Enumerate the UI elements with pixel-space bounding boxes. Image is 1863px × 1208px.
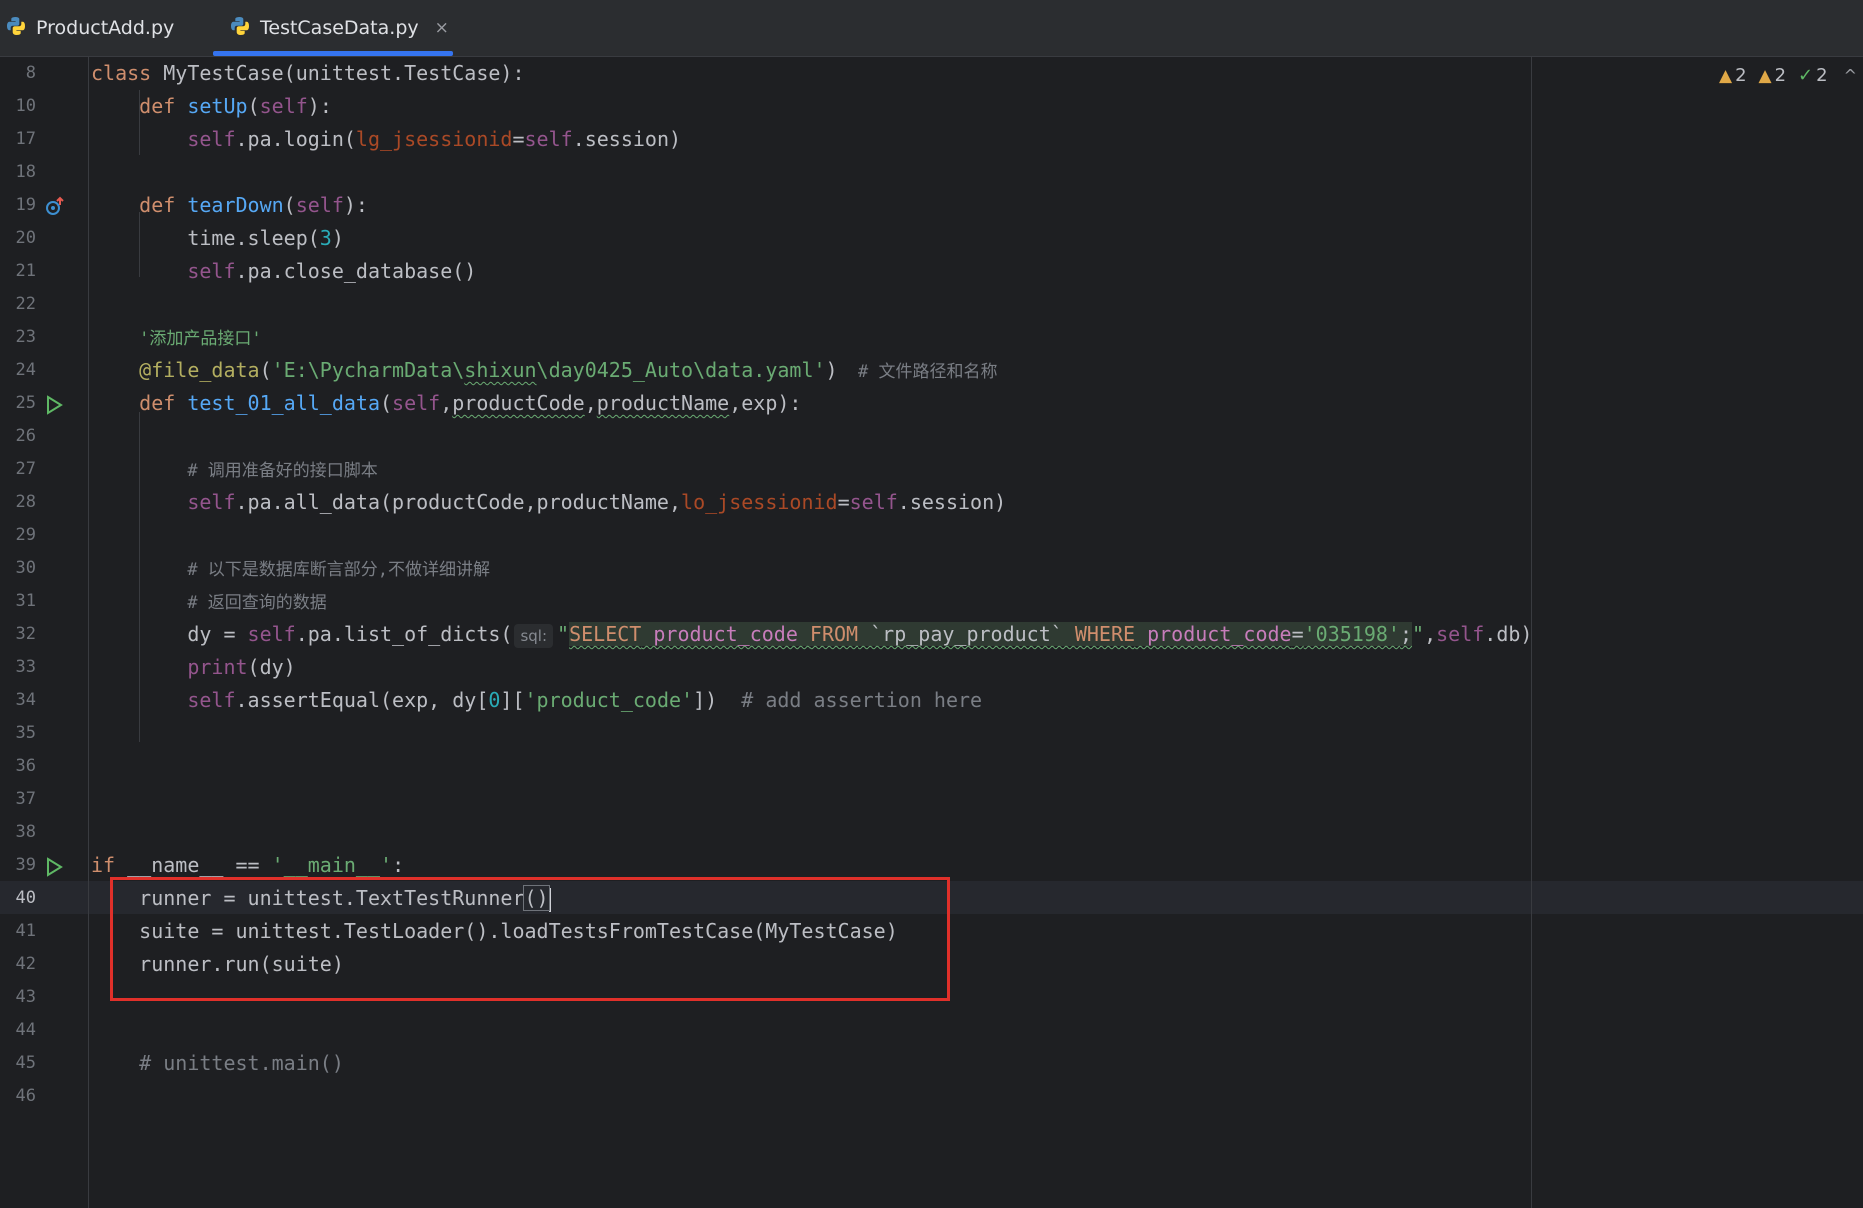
active-tab-indicator	[213, 51, 453, 56]
code-text: # 调用准备好的接口脚本	[187, 461, 378, 481]
code-line: 22	[0, 288, 1863, 321]
override-method-icon[interactable]	[44, 189, 66, 222]
code-text: print(dy)	[187, 655, 296, 679]
code-text: self.pa.login(lg_jsessionid=self.session…	[187, 127, 682, 151]
tab-label: ProductAdd.py	[36, 17, 175, 39]
code-text: # 以下是数据库断言部分,不做详细讲解	[187, 560, 491, 580]
code-line: 20 time.sleep(3)	[0, 222, 1863, 255]
code-line: 18	[0, 156, 1863, 189]
line-number: 21	[15, 261, 36, 281]
line-number: 38	[15, 822, 36, 842]
tab-testcasedata[interactable]: TestCaseData.py ×	[230, 0, 449, 56]
code-line: 37	[0, 783, 1863, 816]
line-number: 22	[15, 294, 36, 314]
code-text: dy = self.pa.list_of_dicts(sql: "SELECT p…	[187, 622, 1533, 648]
line-number: 44	[15, 1020, 36, 1040]
line-number: 33	[15, 657, 36, 677]
code-line: 34 self.assertEqual(exp, dy[0]['product_…	[0, 684, 1863, 717]
code-line: 29	[0, 519, 1863, 552]
line-number: 46	[15, 1086, 36, 1106]
line-number: 34	[15, 690, 36, 710]
code-line: 10 def setUp(self):	[0, 90, 1863, 123]
line-number: 43	[15, 987, 36, 1007]
code-text: def test_01_all_data(self,productCode,pr…	[139, 391, 802, 415]
python-file-icon	[230, 16, 250, 41]
line-number: 35	[15, 723, 36, 743]
code-line: 45 # unittest.main()	[0, 1047, 1863, 1080]
code-line: 36	[0, 750, 1863, 783]
tab-productadd[interactable]: ProductAdd.py	[6, 0, 174, 56]
line-number: 10	[15, 96, 36, 116]
line-number: 31	[15, 591, 36, 611]
sql-language-hint: sql:	[514, 624, 554, 648]
code-text: '添加产品接口'	[139, 329, 262, 349]
editor-tab-bar: ProductAdd.py TestCaseData.py ×	[0, 0, 1863, 57]
code-line: 8 class MyTestCase(unittest.TestCase):	[0, 57, 1863, 90]
line-number: 40	[15, 888, 36, 908]
line-number: 26	[15, 426, 36, 446]
line-number: 20	[15, 228, 36, 248]
code-line: 17 self.pa.login(lg_jsessionid=self.sess…	[0, 123, 1863, 156]
code-line: 31 # 返回查询的数据	[0, 585, 1863, 618]
code-line: 27 # 调用准备好的接口脚本	[0, 453, 1863, 486]
line-number: 29	[15, 525, 36, 545]
code-line: 46	[0, 1080, 1863, 1113]
code-text: # unittest.main()	[139, 1051, 344, 1075]
code-text: @file_data('E:\PycharmData\shixun\day042…	[139, 358, 998, 382]
code-line: 28 self.pa.all_data(productCode,productN…	[0, 486, 1863, 519]
code-editor[interactable]: ▲ 2 ▲ 2 ✓ 2 ^ 8 class MyTestCase(unittest.T…	[0, 57, 1863, 1208]
code-line: 23 '添加产品接口'	[0, 321, 1863, 354]
code-line: 24 @file_data('E:\PycharmData\shixun\day…	[0, 354, 1863, 387]
code-line: 26	[0, 420, 1863, 453]
close-icon[interactable]: ×	[435, 18, 449, 38]
annotation-highlight-box	[110, 877, 950, 1001]
code-text: self.pa.close_database()	[187, 259, 477, 283]
line-number: 17	[15, 129, 36, 149]
line-number: 41	[15, 921, 36, 941]
line-number: 19	[15, 195, 36, 215]
code-line: 35	[0, 717, 1863, 750]
code-line: 30 # 以下是数据库断言部分,不做详细讲解	[0, 552, 1863, 585]
code-line: 21 self.pa.close_database()	[0, 255, 1863, 288]
code-text: class MyTestCase(unittest.TestCase):	[91, 61, 525, 85]
line-number: 37	[15, 789, 36, 809]
code-text: def setUp(self):	[139, 94, 332, 118]
line-number: 39	[15, 855, 36, 875]
code-line: 19 def tearDown(self):	[0, 189, 1863, 222]
line-number: 30	[15, 558, 36, 578]
line-number: 25	[15, 393, 36, 413]
code-line: 38	[0, 816, 1863, 849]
code-line: 33 print(dy)	[0, 651, 1863, 684]
code-line: 25 def test_01_all_data(self,productCode…	[0, 387, 1863, 420]
run-test-icon[interactable]	[44, 387, 64, 420]
code-text: self.pa.all_data(productCode,productName…	[187, 490, 1007, 514]
line-number: 42	[15, 954, 36, 974]
line-number: 23	[15, 327, 36, 347]
line-number: 32	[15, 624, 36, 644]
run-main-icon[interactable]	[44, 849, 64, 882]
code-text: self.assertEqual(exp, dy[0]['product_cod…	[187, 688, 983, 712]
line-number: 18	[15, 162, 36, 182]
line-number: 24	[15, 360, 36, 380]
line-number: 45	[15, 1053, 36, 1073]
tab-label: TestCaseData.py	[260, 17, 419, 39]
code-text: def tearDown(self):	[139, 193, 368, 217]
code-line: 32 dy = self.pa.list_of_dicts(sql: "SELEC…	[0, 618, 1863, 651]
code-line: 44	[0, 1014, 1863, 1047]
line-number: 28	[15, 492, 36, 512]
python-file-icon	[6, 16, 26, 41]
code-text: time.sleep(3)	[187, 226, 344, 250]
line-number: 36	[15, 756, 36, 776]
line-number: 27	[15, 459, 36, 479]
line-number: 8	[25, 63, 36, 83]
code-text: # 返回查询的数据	[187, 593, 327, 613]
